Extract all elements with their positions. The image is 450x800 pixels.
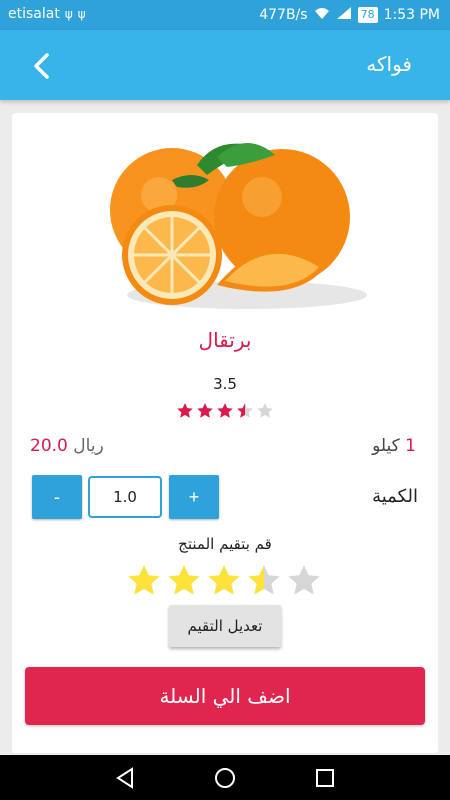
edit-rating-button[interactable]: تعديل التقيم <box>169 605 281 647</box>
chevron-left-icon <box>34 53 49 79</box>
star-icon[interactable] <box>246 563 282 599</box>
page-title: فواكه <box>366 52 412 76</box>
quantity-input[interactable] <box>88 476 162 518</box>
status-bar: etisalat ψ ψ 477B/s 78 1:53 PM <box>0 0 450 30</box>
rate-product-prompt: قم بتقيم المنتج <box>178 535 272 553</box>
nav-recents-button[interactable] <box>310 763 340 793</box>
star-icon[interactable] <box>166 563 202 599</box>
rating-value: 3.5 <box>213 375 237 393</box>
star-icon[interactable] <box>286 563 322 599</box>
carrier-name: etisalat <box>8 6 60 22</box>
unit-label: كيلو <box>372 436 400 456</box>
add-to-cart-button[interactable]: اضف الي السلة <box>25 667 425 725</box>
usb-icon: ψ <box>64 7 73 21</box>
star-icon[interactable] <box>206 563 242 599</box>
app-bar: فواكه <box>0 30 450 100</box>
star-icon <box>217 403 233 418</box>
usb-icon: ψ <box>77 7 86 21</box>
product-unit: 1 كيلو <box>372 436 416 456</box>
star-icon <box>197 403 213 418</box>
circle-home-icon <box>215 768 235 788</box>
user-rating-bar[interactable] <box>126 563 322 599</box>
product-card: برتقال 3.5 1 كيلو 20.0 ريال الكمية - + ق… <box>12 113 438 753</box>
star-icon <box>237 403 253 418</box>
star-icon[interactable] <box>126 563 162 599</box>
price-value: 20.0 <box>30 436 68 456</box>
product-price: 20.0 ريال <box>30 436 104 456</box>
wifi-icon <box>314 6 330 24</box>
triangle-back-icon <box>116 767 133 789</box>
unit-number: 1 <box>405 436 416 456</box>
product-rating-stars <box>176 402 274 420</box>
nav-back-button[interactable] <box>110 763 140 793</box>
square-recents-icon <box>316 769 334 787</box>
oranges-image <box>97 125 367 315</box>
signal-icon <box>336 6 352 24</box>
back-button[interactable] <box>22 46 62 86</box>
star-icon <box>257 403 273 418</box>
battery-icon: 78 <box>357 7 378 23</box>
quantity-label: الكمية <box>372 486 418 507</box>
status-time: 1:53 PM <box>383 7 440 23</box>
price-currency: ريال <box>73 436 104 456</box>
nav-home-button[interactable] <box>210 763 240 793</box>
network-speed: 477B/s <box>259 7 308 23</box>
product-name: برتقال <box>198 328 252 352</box>
increase-quantity-button[interactable]: + <box>169 475 219 519</box>
system-nav-bar <box>0 755 450 800</box>
decrease-quantity-button[interactable]: - <box>32 475 82 519</box>
star-icon <box>177 403 193 418</box>
